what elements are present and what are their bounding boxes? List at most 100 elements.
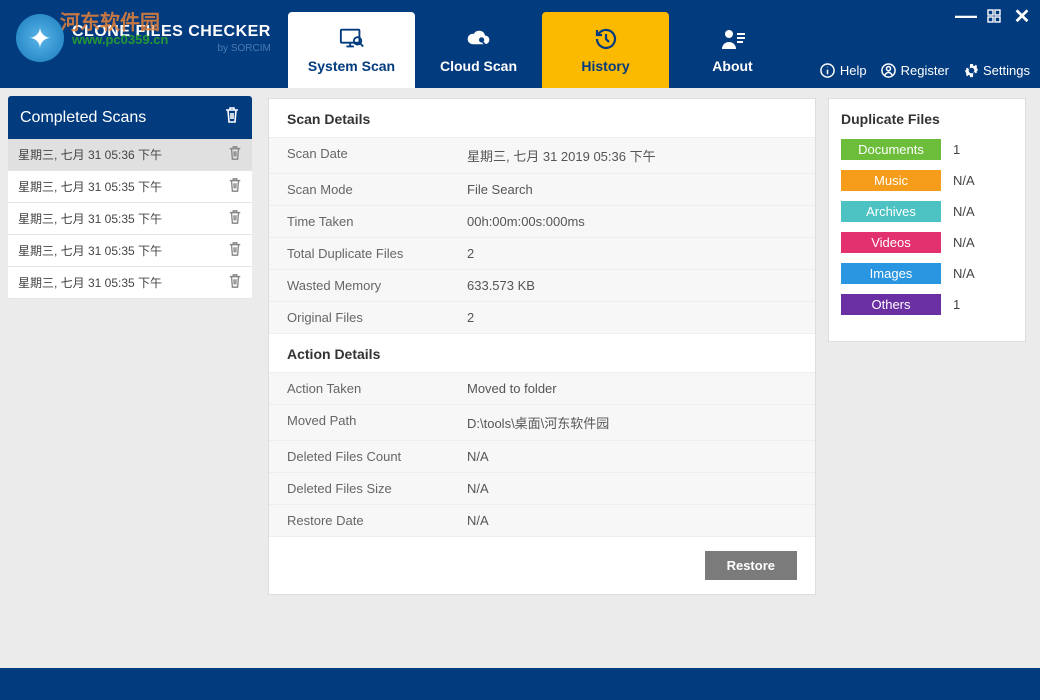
restore-row: Restore — [269, 536, 815, 594]
category-count: N/A — [953, 204, 975, 219]
scan-list-item[interactable]: 星期三, 七月 31 05:36 下午 — [8, 139, 252, 171]
tab-history[interactable]: History — [542, 12, 669, 88]
minimize-button[interactable]: — — [956, 6, 976, 26]
detail-value: N/A — [467, 449, 489, 464]
detail-row: Wasted Memory633.573 KB — [269, 269, 815, 301]
app-subtitle: by SORCIM — [72, 43, 271, 54]
category-row: Documents 1 — [841, 139, 1013, 160]
detail-label: Total Duplicate Files — [287, 246, 467, 261]
help-label: Help — [840, 63, 867, 78]
category-row: Music N/A — [841, 170, 1013, 191]
detail-row: Deleted Files SizeN/A — [269, 472, 815, 504]
delete-scan-icon[interactable] — [228, 145, 242, 164]
right-panel: Duplicate Files Documents1MusicN/AArchiv… — [824, 88, 1040, 668]
clear-all-icon[interactable] — [224, 106, 240, 129]
category-chip[interactable]: Archives — [841, 201, 941, 222]
sidebar: Completed Scans 星期三, 七月 31 05:36 下午 星期三,… — [0, 88, 260, 668]
help-link[interactable]: Help — [820, 62, 867, 78]
scan-list-item[interactable]: 星期三, 七月 31 05:35 下午 — [8, 235, 252, 267]
category-row: Others 1 — [841, 294, 1013, 315]
detail-label: Scan Mode — [287, 182, 467, 197]
detail-row: Action TakenMoved to folder — [269, 372, 815, 404]
detail-label: Action Taken — [287, 381, 467, 396]
scan-item-label: 星期三, 七月 31 05:35 下午 — [18, 274, 162, 291]
category-chip[interactable]: Images — [841, 263, 941, 284]
scan-list: 星期三, 七月 31 05:36 下午 星期三, 七月 31 05:35 下午 … — [8, 139, 252, 299]
restore-button[interactable]: Restore — [705, 551, 797, 580]
action-details-heading: Action Details — [269, 333, 815, 372]
detail-value: D:\tools\桌面\河东软件园 — [467, 413, 609, 432]
detail-row: Scan Date星期三, 七月 31 2019 05:36 下午 — [269, 137, 815, 173]
logo-area: CLONE FILES CHECKER by SORCIM — [0, 0, 280, 62]
scan-list-item[interactable]: 星期三, 七月 31 05:35 下午 — [8, 203, 252, 235]
settings-label: Settings — [983, 63, 1030, 78]
detail-value: 2 — [467, 246, 474, 261]
detail-value: Moved to folder — [467, 381, 557, 396]
user-icon — [881, 62, 897, 78]
delete-scan-icon[interactable] — [228, 241, 242, 260]
main-tabs: System Scan Cloud Scan History About — [288, 0, 796, 88]
category-row: Archives N/A — [841, 201, 1013, 222]
gear-icon — [963, 62, 979, 78]
category-count: 1 — [953, 142, 960, 157]
tab-system-scan[interactable]: System Scan — [288, 12, 415, 88]
scan-item-label: 星期三, 七月 31 05:35 下午 — [18, 242, 162, 259]
header-actions: Help Register Settings — [820, 62, 1030, 78]
detail-value: 星期三, 七月 31 2019 05:36 下午 — [467, 146, 656, 165]
main-panel: Scan Details Scan Date星期三, 七月 31 2019 05… — [260, 88, 824, 668]
details-card: Scan Details Scan Date星期三, 七月 31 2019 05… — [268, 98, 816, 595]
detail-row: Total Duplicate Files2 — [269, 237, 815, 269]
about-icon — [720, 26, 746, 52]
detail-value: 2 — [467, 310, 474, 325]
category-count: 1 — [953, 297, 960, 312]
category-row: VideosN/A — [841, 232, 1013, 253]
window-controls: — ✕ — [956, 6, 1032, 26]
tab-label: About — [712, 58, 752, 74]
category-chip[interactable]: Videos — [841, 232, 941, 253]
monitor-search-icon — [339, 26, 365, 52]
delete-scan-icon[interactable] — [228, 273, 242, 292]
category-row: Images N/A — [841, 263, 1013, 284]
register-link[interactable]: Register — [881, 62, 949, 78]
category-count: N/A — [953, 173, 975, 188]
content-area: Completed Scans 星期三, 七月 31 05:36 下午 星期三,… — [0, 88, 1040, 668]
register-label: Register — [901, 63, 949, 78]
maximize-button[interactable] — [984, 6, 1004, 26]
detail-row: Deleted Files CountN/A — [269, 440, 815, 472]
sidebar-title: Completed Scans — [20, 109, 146, 127]
category-chip[interactable]: Others — [841, 294, 941, 315]
duplicates-title: Duplicate Files — [841, 111, 1013, 127]
category-chip[interactable]: Music — [841, 170, 941, 191]
detail-value: N/A — [467, 481, 489, 496]
delete-scan-icon[interactable] — [228, 177, 242, 196]
close-button[interactable]: ✕ — [1012, 6, 1032, 26]
duplicates-card: Duplicate Files Documents1MusicN/AArchiv… — [828, 98, 1026, 342]
tab-cloud-scan[interactable]: Cloud Scan — [415, 12, 542, 88]
app-header: 河东软件园 www.pc0359.cn CLONE FILES CHECKER … — [0, 0, 1040, 88]
detail-label: Wasted Memory — [287, 278, 467, 293]
cloud-search-icon — [466, 26, 492, 52]
detail-label: Deleted Files Count — [287, 449, 467, 464]
detail-value: 633.573 KB — [467, 278, 535, 293]
scan-details-heading: Scan Details — [269, 99, 815, 137]
delete-scan-icon[interactable] — [228, 209, 242, 228]
category-count: N/A — [953, 266, 975, 281]
scan-item-label: 星期三, 七月 31 05:35 下午 — [18, 210, 162, 227]
detail-row: Time Taken00h:00m:00s:000ms — [269, 205, 815, 237]
scan-item-label: 星期三, 七月 31 05:36 下午 — [18, 146, 162, 163]
tab-about[interactable]: About — [669, 12, 796, 88]
tab-label: System Scan — [308, 58, 395, 74]
scan-item-label: 星期三, 七月 31 05:35 下午 — [18, 178, 162, 195]
detail-value: 00h:00m:00s:000ms — [467, 214, 585, 229]
history-icon — [593, 26, 619, 52]
detail-label: Moved Path — [287, 413, 467, 432]
category-chip[interactable]: Documents — [841, 139, 941, 160]
scan-list-item[interactable]: 星期三, 七月 31 05:35 下午 — [8, 267, 252, 299]
settings-link[interactable]: Settings — [963, 62, 1030, 78]
app-logo-icon — [16, 14, 64, 62]
info-icon — [820, 62, 836, 78]
detail-value: N/A — [467, 513, 489, 528]
detail-row: Original Files2 — [269, 301, 815, 333]
detail-label: Original Files — [287, 310, 467, 325]
scan-list-item[interactable]: 星期三, 七月 31 05:35 下午 — [8, 171, 252, 203]
